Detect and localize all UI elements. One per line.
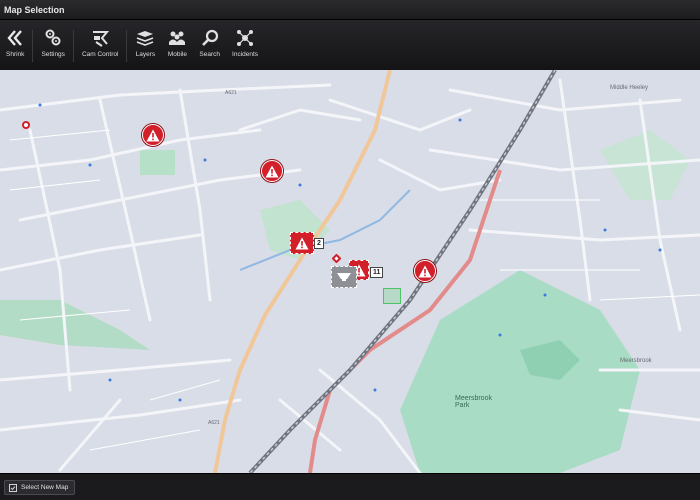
status-bar: Select New Map	[0, 473, 700, 500]
select-new-map-label: Select New Map	[21, 484, 69, 491]
layers-label: Layers	[135, 51, 156, 58]
map-select-icon	[9, 483, 17, 492]
toolbar-divider	[32, 30, 34, 62]
area-label-meersbrook: Meersbrook	[620, 358, 652, 364]
settings-label: Settings	[41, 51, 65, 58]
incidents-button[interactable]: Incidents	[226, 28, 264, 70]
double-chevron-left-icon	[7, 30, 23, 46]
toolbar-divider	[72, 30, 74, 62]
toolbar: Shrink Settings Cam Control Layers Mobil…	[0, 20, 700, 70]
shrink-label: Shrink	[6, 51, 25, 58]
select-new-map-button[interactable]: Select New Map	[4, 480, 76, 495]
warning-triangle-icon	[146, 129, 160, 141]
map-view[interactable]: A621 A621 Meersbrook Park Meersbrook Mid…	[0, 70, 700, 473]
search-button[interactable]: Search	[193, 28, 226, 70]
park-label-meersbrook: Meersbrook Park	[455, 395, 492, 409]
layers-icon	[137, 31, 154, 46]
area-label-middle-heeley: Middle Heeley	[610, 85, 649, 91]
warning-triangle-icon	[418, 265, 432, 277]
camera-control-icon	[93, 31, 110, 47]
cam-control-label: Cam Control	[81, 51, 119, 58]
shrink-button[interactable]: Shrink	[0, 28, 30, 70]
camera-group-marker[interactable]	[331, 266, 357, 288]
mobile-button[interactable]: Mobile	[161, 28, 193, 70]
road-label-a621-bottom: A621	[208, 420, 220, 426]
layers-button[interactable]: Layers	[129, 28, 161, 70]
network-icon	[237, 30, 254, 46]
warning-triangle-icon	[295, 237, 309, 249]
cam-control-button[interactable]: Cam Control	[76, 28, 124, 70]
incident-alert-marker[interactable]	[142, 124, 164, 146]
warning-triangle-icon	[265, 165, 279, 177]
search-label: Search	[199, 51, 221, 58]
incident-group-marker[interactable]	[290, 232, 314, 254]
search-icon	[201, 29, 218, 46]
incident-group-count: 2	[314, 238, 324, 249]
camera-group-count: 11	[370, 267, 384, 278]
toolbar-divider	[126, 30, 128, 62]
road-label-a621-top: A621	[225, 90, 237, 96]
incidents-label: Incidents	[232, 51, 259, 58]
gears-icon	[45, 29, 61, 46]
location-marker[interactable]	[22, 121, 30, 129]
people-icon	[169, 31, 186, 45]
settings-button[interactable]: Settings	[35, 28, 71, 70]
selected-area-outline[interactable]	[383, 288, 401, 304]
window-title: Map Selection	[0, 0, 700, 20]
incident-alert-marker[interactable]	[261, 160, 283, 182]
incident-alert-marker[interactable]	[414, 260, 436, 282]
camera-icon	[337, 273, 351, 281]
mobile-label: Mobile	[167, 51, 187, 58]
